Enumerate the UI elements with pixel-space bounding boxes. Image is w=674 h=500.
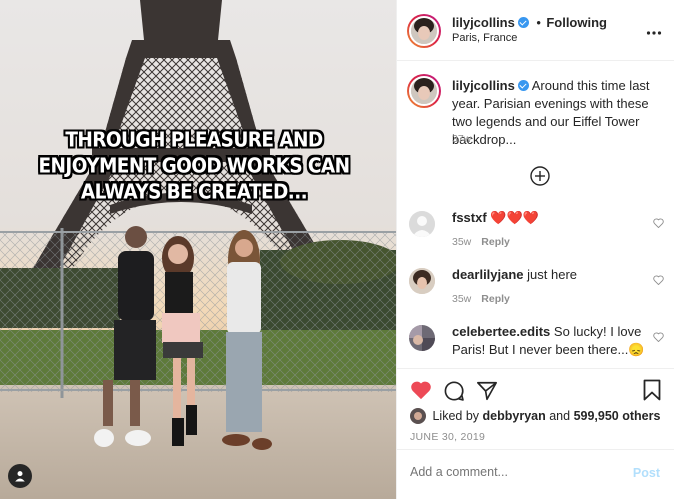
post-comment-button[interactable]: Post: [633, 466, 660, 480]
author-username[interactable]: lilyjcollins: [452, 15, 515, 30]
like-button[interactable]: [410, 380, 432, 405]
save-button[interactable]: [643, 379, 661, 406]
ellipsis-icon: [646, 31, 662, 35]
liker-username[interactable]: debbyryan: [483, 409, 546, 423]
header-separator: •: [536, 15, 541, 30]
likes-prefix: Liked by: [432, 409, 480, 423]
default-avatar-icon: [409, 211, 435, 237]
author-avatar[interactable]: [407, 14, 441, 48]
following-button[interactable]: Following: [546, 15, 607, 30]
heart-outline-icon: [653, 218, 664, 229]
commenter-username[interactable]: celebertee.edits: [452, 324, 550, 339]
caption-username[interactable]: lilyjcollins: [452, 78, 515, 93]
meme-caption: THROUGH PLEASURE AND ENJOYMENT GOOD WORK…: [38, 129, 351, 204]
comment-like-button[interactable]: [653, 332, 664, 345]
avatar-face: [410, 408, 426, 424]
avatar-face: [411, 78, 437, 104]
comment-age[interactable]: 35w: [452, 236, 471, 248]
heart-outline-icon: [653, 332, 664, 343]
bookmark-icon: [643, 379, 661, 401]
commenter-username[interactable]: fsstxf: [452, 210, 487, 225]
post-photo[interactable]: THROUGH PLEASURE AND ENJOYMENT GOOD WORK…: [0, 0, 396, 499]
comment-like-button[interactable]: [653, 275, 664, 288]
comment-age[interactable]: 35w: [452, 293, 471, 305]
instagram-post-modal: THROUGH PLEASURE AND ENJOYMENT GOOD WORK…: [0, 0, 674, 499]
share-button[interactable]: [476, 380, 498, 407]
paper-plane-icon: [477, 381, 497, 401]
tagged-users-button[interactable]: [8, 464, 32, 488]
commenter-avatar[interactable]: [409, 211, 435, 237]
eiffel-tower-photo: [0, 0, 396, 499]
avatar-face: [411, 18, 437, 44]
more-options-button[interactable]: [646, 23, 662, 41]
likes-count[interactable]: 599,950 others: [574, 409, 661, 423]
likes-joiner: and: [549, 409, 571, 423]
commenter-avatar[interactable]: [409, 268, 435, 294]
heart-outline-icon: [653, 275, 664, 286]
post-sidebar: lilyjcollins • Following Paris, France l…: [396, 0, 674, 499]
user-tag-icon: [15, 471, 25, 482]
commenter-username[interactable]: dearlilyjane: [452, 267, 524, 282]
load-more-comments-button[interactable]: [530, 166, 550, 191]
add-comment-bar: Post: [397, 449, 674, 500]
comment-input[interactable]: [410, 465, 610, 479]
comment-button[interactable]: [443, 380, 465, 407]
plus-circle-icon: [530, 166, 550, 186]
reply-button[interactable]: Reply: [481, 293, 510, 305]
verified-badge-icon: [517, 80, 529, 91]
caption-author-avatar[interactable]: [407, 74, 441, 108]
comment-like-button[interactable]: [653, 218, 664, 231]
comment-text: just here: [527, 267, 578, 282]
avatar-collage: [409, 325, 435, 351]
post-location[interactable]: Paris, France: [452, 32, 517, 44]
caption-age[interactable]: 37w: [452, 133, 471, 145]
post-date[interactable]: JUNE 30, 2019: [410, 431, 485, 443]
verified-badge-icon: [517, 17, 529, 28]
heart-filled-icon: [411, 381, 431, 400]
post-actions: [397, 368, 674, 409]
likes-summary: Liked by debbyryan and 599,950 others: [410, 408, 660, 424]
post-header: lilyjcollins • Following Paris, France: [397, 0, 674, 61]
avatar-face: [409, 268, 435, 294]
comment-text: ❤️❤️❤️: [490, 210, 539, 225]
comment-bubble-icon: [444, 381, 464, 401]
liker-avatar[interactable]: [410, 408, 426, 424]
reply-button[interactable]: Reply: [481, 236, 510, 248]
commenter-avatar[interactable]: [409, 325, 435, 351]
